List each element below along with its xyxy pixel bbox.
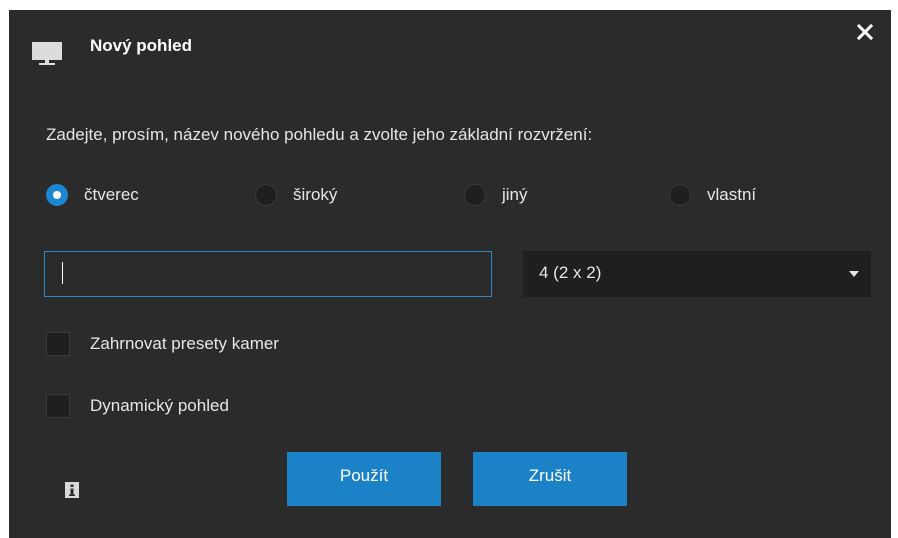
dialog-title: Nový pohled [90, 36, 193, 55]
radio-label: čtverec [84, 185, 139, 204]
checkbox-label: Dynamický pohled [90, 396, 229, 415]
new-view-dialog: Nový pohled Zadejte, prosím, název novéh… [9, 10, 891, 538]
radio-button[interactable] [255, 184, 277, 206]
info-icon[interactable] [65, 482, 79, 498]
apply-button[interactable]: Použít [287, 452, 441, 506]
chevron-down-icon [849, 271, 859, 277]
layout-select[interactable]: 4 (2 x 2) [523, 251, 871, 297]
monitor-icon [32, 42, 62, 65]
layout-select-value: 4 (2 x 2) [539, 263, 602, 282]
radio-label: jiný [502, 185, 528, 204]
radio-siroky[interactable]: široký [255, 182, 337, 208]
radio-jiny[interactable]: jiný [464, 182, 528, 208]
radio-label: vlastní [707, 185, 757, 204]
radio-label: široký [293, 185, 338, 204]
layout-radio-group: čtverec široký jiný vlastní [9, 182, 891, 208]
radio-vlastni[interactable]: vlastní [669, 182, 756, 208]
cancel-button-label: Zrušit [528, 466, 572, 485]
cancel-button[interactable]: Zrušit [473, 452, 627, 506]
radio-button[interactable] [46, 184, 68, 206]
checkbox[interactable] [46, 332, 70, 356]
close-icon[interactable] [855, 22, 875, 42]
checkbox[interactable] [46, 394, 70, 418]
include-camera-presets-checkbox[interactable]: Zahrnovat presety kamer [46, 331, 279, 357]
radio-ctverec[interactable]: čtverec [46, 182, 139, 208]
radio-button[interactable] [464, 184, 486, 206]
instructions-text: Zadejte, prosím, název nového pohledu a … [46, 125, 593, 144]
apply-button-label: Použít [339, 466, 389, 485]
radio-button[interactable] [669, 184, 691, 206]
dynamic-view-checkbox[interactable]: Dynamický pohled [46, 393, 229, 419]
checkbox-label: Zahrnovat presety kamer [90, 334, 279, 353]
text-caret [62, 262, 63, 284]
view-name-input[interactable] [44, 251, 492, 297]
